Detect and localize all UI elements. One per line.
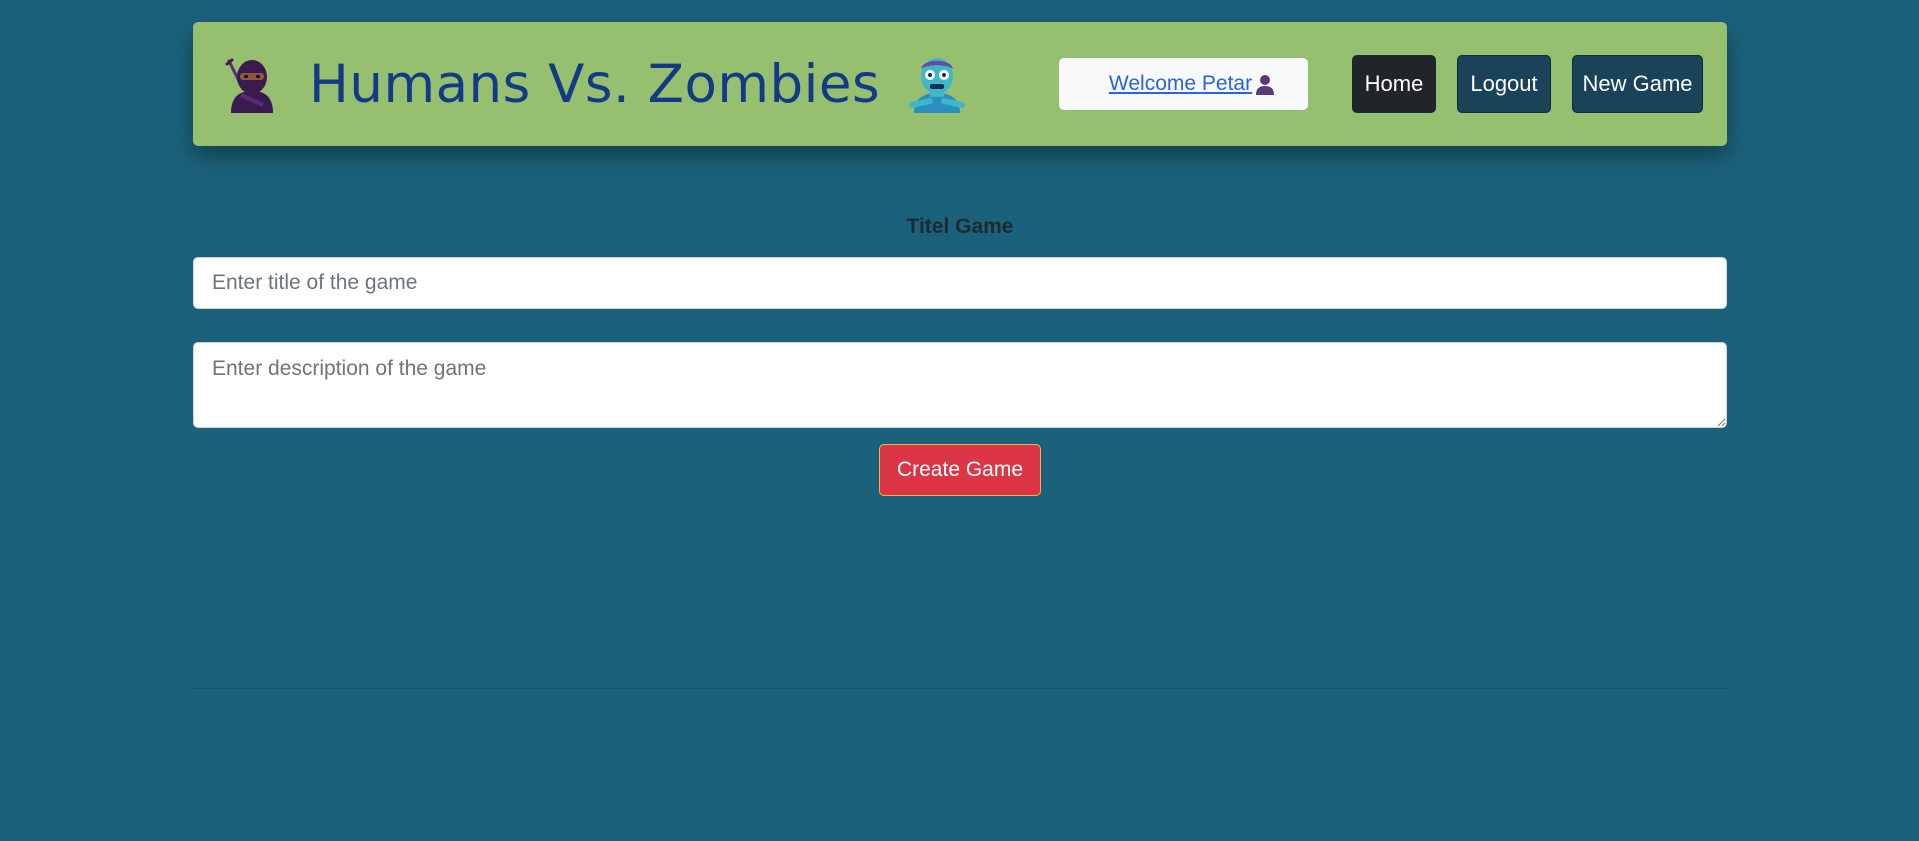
ninja-icon xyxy=(225,58,273,113)
divider xyxy=(193,688,1727,689)
home-button[interactable]: Home xyxy=(1352,55,1436,113)
title-label: Titel Game xyxy=(906,215,1014,238)
welcome-user-link[interactable]: Welcome Petar xyxy=(1109,72,1276,96)
game-description-input[interactable] xyxy=(193,342,1727,428)
user-icon xyxy=(1256,75,1275,95)
new-game-button[interactable]: New Game xyxy=(1572,55,1703,113)
logout-button[interactable]: Logout xyxy=(1457,55,1551,113)
brand-title: Humans Vs. Zombies xyxy=(309,53,881,115)
brand: Humans Vs. Zombies xyxy=(223,22,966,146)
page: Humans Vs. Zombies Welcome Petar Home Lo… xyxy=(0,0,1919,841)
welcome-text: Welcome Petar xyxy=(1108,72,1253,95)
welcome-box: Welcome Petar xyxy=(1059,58,1308,110)
navbar: Humans Vs. Zombies Welcome Petar Home Lo… xyxy=(193,22,1727,146)
zombie-icon xyxy=(909,58,966,113)
game-title-input[interactable] xyxy=(193,257,1727,309)
create-game-button[interactable]: Create Game xyxy=(879,444,1041,496)
